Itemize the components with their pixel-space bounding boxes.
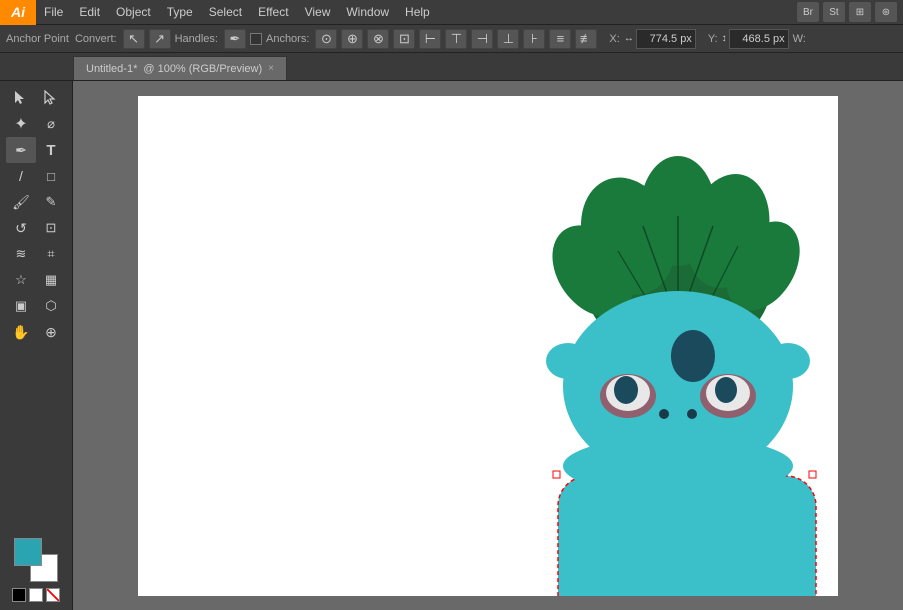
convert-selection-tool[interactable]: ↖ bbox=[123, 29, 145, 49]
y-label: Y: bbox=[708, 33, 718, 45]
x-coord-group: X: ↔ bbox=[609, 29, 695, 49]
default-colors-icon[interactable] bbox=[29, 588, 43, 602]
tool-row-6: ↺ ⊡ bbox=[4, 215, 68, 241]
lasso-tool[interactable]: ⌀ bbox=[36, 111, 66, 137]
anchor-point-label: Anchor Point bbox=[6, 33, 69, 45]
hand-tool[interactable]: ✋ bbox=[6, 319, 36, 345]
convert-anchor-tool[interactable]: ↗ bbox=[149, 29, 171, 49]
anchors-label: Anchors: bbox=[266, 33, 309, 45]
handles-color-swatch[interactable] bbox=[250, 33, 262, 45]
mini-swatches bbox=[4, 588, 68, 602]
anchors-align2[interactable]: ⊢ bbox=[419, 29, 441, 49]
pencil-tool[interactable]: ✎ bbox=[36, 189, 66, 215]
magic-wand-tool[interactable]: ✦ bbox=[6, 111, 36, 137]
workspace-icon[interactable]: ⊞ bbox=[849, 2, 871, 22]
menu-object[interactable]: Object bbox=[108, 0, 159, 24]
color-section bbox=[0, 530, 72, 610]
y-coord-group: Y: ↕ bbox=[708, 29, 789, 49]
perspective-tool[interactable]: ⬡ bbox=[36, 293, 66, 319]
swap-colors-icon[interactable] bbox=[12, 588, 26, 602]
anchors-dist2[interactable]: ⊦ bbox=[523, 29, 545, 49]
anchors-tool1[interactable]: ⊙ bbox=[315, 29, 337, 49]
main-area: ✦ ⌀ ✒ T / □ 🖌 ✎ ↺ ⊡ ≋ ⌗ ☆ ▦ ▣ ⬡ bbox=[0, 81, 903, 610]
foreground-color-swatch[interactable] bbox=[14, 538, 42, 566]
direct-select-tool[interactable] bbox=[36, 85, 66, 111]
anchors-tool3[interactable]: ⊗ bbox=[367, 29, 389, 49]
tool-row-8: ☆ ▦ bbox=[4, 267, 68, 293]
tool-row-10: ✋ ⊕ bbox=[4, 319, 68, 345]
stock-icon[interactable]: St bbox=[823, 2, 845, 22]
artboard-tool[interactable]: ▣ bbox=[6, 293, 36, 319]
zoom-tool[interactable]: ⊕ bbox=[36, 319, 66, 345]
menu-file[interactable]: File bbox=[36, 0, 71, 24]
menu-effect[interactable]: Effect bbox=[250, 0, 296, 24]
menu-view[interactable]: View bbox=[297, 0, 339, 24]
anchors-dist3[interactable]: ≡ bbox=[549, 29, 571, 49]
x-icon: ↔ bbox=[624, 33, 634, 44]
warp-tool[interactable]: ≋ bbox=[6, 241, 36, 267]
paintbrush-tool[interactable]: 🖌 bbox=[6, 189, 36, 215]
tool-row-1 bbox=[4, 85, 68, 111]
pen-tool[interactable]: ✒ bbox=[6, 137, 36, 163]
anchors-align4[interactable]: ⊣ bbox=[471, 29, 493, 49]
broadcast-icon[interactable]: ⊛ bbox=[875, 2, 897, 22]
menu-items: File Edit Object Type Select Effect View… bbox=[36, 0, 438, 24]
none-color-icon[interactable] bbox=[46, 588, 60, 602]
w-label: W: bbox=[793, 33, 806, 45]
tab-close-button[interactable]: × bbox=[268, 63, 274, 74]
tab-title: Untitled-1* bbox=[86, 63, 137, 75]
anchors-dist1[interactable]: ⊥ bbox=[497, 29, 519, 49]
app-logo: Ai bbox=[0, 0, 36, 25]
anchors-dist4[interactable]: ≢ bbox=[575, 29, 597, 49]
anchors-align1[interactable]: ⊡ bbox=[393, 29, 415, 49]
right-panel-icons: Br St ⊞ ⊛ bbox=[797, 2, 903, 22]
type-tool[interactable]: T bbox=[36, 137, 66, 163]
options-bar: Anchor Point Convert: ↖ ↗ Handles: ✒ Anc… bbox=[0, 25, 903, 53]
anchors-tool2[interactable]: ⊕ bbox=[341, 29, 363, 49]
select-tool[interactable] bbox=[6, 85, 36, 111]
document-tab[interactable]: Untitled-1* @ 100% (RGB/Preview) × bbox=[73, 56, 287, 80]
bridge-icon[interactable]: Br bbox=[797, 2, 819, 22]
free-transform-tool[interactable]: ⌗ bbox=[36, 241, 66, 267]
line-tool[interactable]: / bbox=[6, 163, 36, 189]
tool-row-9: ▣ ⬡ bbox=[4, 293, 68, 319]
x-input[interactable] bbox=[636, 29, 696, 49]
menu-window[interactable]: Window bbox=[338, 0, 397, 24]
y-input[interactable] bbox=[729, 29, 789, 49]
menu-select[interactable]: Select bbox=[201, 0, 250, 24]
tab-bar: Untitled-1* @ 100% (RGB/Preview) × bbox=[0, 53, 903, 81]
handles-btn[interactable]: ✒ bbox=[224, 29, 246, 49]
x-label: X: bbox=[609, 33, 619, 45]
symbol-tool[interactable]: ☆ bbox=[6, 267, 36, 293]
convert-label: Convert: bbox=[75, 33, 117, 45]
canvas-area[interactable] bbox=[73, 81, 903, 610]
tab-subtitle: @ 100% (RGB/Preview) bbox=[143, 63, 262, 75]
menu-bar: Ai File Edit Object Type Select Effect V… bbox=[0, 0, 903, 25]
document-canvas bbox=[138, 96, 838, 596]
tool-row-3: ✒ T bbox=[4, 137, 68, 163]
graph-tool[interactable]: ▦ bbox=[36, 267, 66, 293]
rect-tool[interactable]: □ bbox=[36, 163, 66, 189]
menu-help[interactable]: Help bbox=[397, 0, 438, 24]
tool-panel: ✦ ⌀ ✒ T / □ 🖌 ✎ ↺ ⊡ ≋ ⌗ ☆ ▦ ▣ ⬡ bbox=[0, 81, 73, 610]
tool-row-2: ✦ ⌀ bbox=[4, 111, 68, 137]
anchors-align3[interactable]: ⊤ bbox=[445, 29, 467, 49]
artwork-svg bbox=[138, 96, 838, 596]
color-stack bbox=[14, 538, 58, 582]
y-icon: ↕ bbox=[722, 33, 727, 44]
tool-row-4: / □ bbox=[4, 163, 68, 189]
tool-row-7: ≋ ⌗ bbox=[4, 241, 68, 267]
menu-type[interactable]: Type bbox=[159, 0, 201, 24]
menu-edit[interactable]: Edit bbox=[71, 0, 108, 24]
scale-tool[interactable]: ⊡ bbox=[36, 215, 66, 241]
handles-label: Handles: bbox=[175, 33, 218, 45]
tool-row-5: 🖌 ✎ bbox=[4, 189, 68, 215]
rotate-tool[interactable]: ↺ bbox=[6, 215, 36, 241]
